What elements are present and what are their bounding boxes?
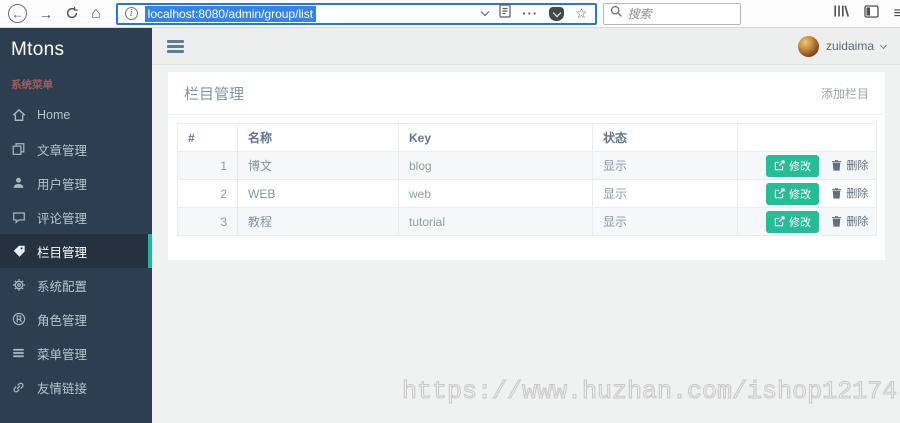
sidebar-item-label: 角色管理 — [37, 313, 88, 328]
page-title: 栏目管理 — [184, 86, 245, 103]
page-actions-icon[interactable]: ··· — [522, 6, 538, 21]
user-icon — [10, 176, 27, 190]
edit-button[interactable]: 修改 — [766, 182, 819, 205]
address-bar[interactable]: i localhost:8080/admin/group/list ··· ☆ — [115, 2, 597, 25]
urlbar-dropdown-icon[interactable] — [480, 7, 490, 17]
sidebar-item-label: 友情链接 — [37, 381, 88, 396]
row-id: 2 — [177, 179, 238, 208]
row-name: 博文 — [237, 151, 399, 180]
site-info-icon[interactable]: i — [124, 7, 138, 20]
status-badge: 显示 — [592, 179, 738, 208]
col-header-status: 状态 — [592, 123, 738, 152]
sidebar-item-articles[interactable]: 文章管理 — [0, 132, 152, 166]
username: zuidaima — [825, 39, 874, 53]
edit-icon — [774, 188, 785, 199]
tag-icon — [10, 244, 27, 258]
col-header-name: 名称 — [237, 123, 399, 152]
edit-icon — [774, 160, 785, 171]
sidebar-item-label: 评论管理 — [37, 211, 88, 226]
sidebar: Mtons 系统菜单 Home 文章管理 用户管理 评论管理 栏目管理 系统配置… — [0, 28, 152, 423]
menu-icon — [10, 347, 27, 359]
row-id: 3 — [177, 207, 238, 236]
row-key: web — [398, 179, 593, 208]
sidebar-item-groups[interactable]: 栏目管理 — [0, 234, 152, 268]
sidebar-item-label: 文章管理 — [37, 143, 88, 158]
edit-button[interactable]: 修改 — [766, 210, 819, 233]
user-menu[interactable]: zuidaima — [797, 35, 888, 57]
sidebar-item-comments[interactable]: 评论管理 — [0, 200, 152, 234]
sidebar-item-users[interactable]: 用户管理 — [0, 166, 152, 200]
sidebar-collapse-icon[interactable] — [167, 39, 184, 53]
table-row: 3 教程 tutorial 显示 修改 删除 — [177, 207, 877, 236]
sidebar-toggle-icon[interactable] — [864, 4, 879, 23]
trash-icon — [831, 215, 842, 227]
bookmark-star-icon[interactable]: ☆ — [575, 5, 588, 22]
col-header-actions — [737, 123, 877, 152]
delete-button[interactable]: 删除 — [831, 185, 868, 201]
browser-menu-icon[interactable]: ≡ — [894, 5, 900, 23]
role-icon — [10, 312, 27, 326]
row-name: 教程 — [237, 207, 399, 236]
table-row: 2 WEB web 显示 修改 删除 — [177, 179, 877, 208]
browser-home-button[interactable]: ⌂ — [91, 5, 101, 22]
sidebar-item-label: Home — [37, 108, 71, 122]
trash-icon — [831, 159, 842, 171]
avatar — [797, 35, 819, 57]
comments-icon — [10, 211, 27, 224]
brand-logo: Mtons — [11, 39, 65, 60]
articles-icon — [10, 142, 27, 156]
sidebar-item-menus[interactable]: 菜单管理 — [0, 336, 152, 370]
delete-button[interactable]: 删除 — [831, 213, 868, 229]
reader-mode-icon[interactable] — [499, 4, 511, 23]
sidebar-section-label: 系统菜单 — [11, 79, 53, 91]
browser-reload-button[interactable] — [65, 6, 79, 22]
status-badge: 显示 — [592, 207, 738, 236]
sidebar-item-label: 栏目管理 — [37, 245, 88, 260]
table-row: 1 博文 blog 显示 修改 删除 — [177, 151, 877, 180]
add-group-link[interactable]: 添加栏目 — [821, 85, 869, 102]
groups-table: # 名称 Key 状态 1 博文 blog 显示 修改 删除 2 WEB web… — [177, 123, 877, 236]
sidebar-item-label: 系统配置 — [37, 279, 88, 294]
row-name: WEB — [237, 179, 399, 208]
status-badge: 显示 — [592, 151, 738, 180]
library-icon[interactable] — [833, 4, 849, 23]
sidebar-item-label: 用户管理 — [37, 177, 88, 192]
url-text[interactable]: localhost:8080/admin/group/list — [144, 5, 317, 22]
browser-forward-button[interactable]: → — [39, 7, 53, 21]
edit-icon — [774, 216, 785, 227]
sidebar-item-label: 菜单管理 — [37, 347, 88, 362]
sidebar-item-settings[interactable]: 系统配置 — [0, 268, 152, 302]
col-header-id: # — [177, 123, 238, 152]
sidebar-item-home[interactable]: Home — [0, 98, 152, 132]
search-placeholder: 搜索 — [627, 7, 652, 21]
row-key: blog — [398, 151, 593, 180]
search-icon — [610, 5, 623, 23]
browser-back-button[interactable]: ← — [8, 4, 27, 23]
trash-icon — [831, 187, 842, 199]
browser-toolbar: ← → ⌂ i localhost:8080/admin/group/list … — [0, 0, 900, 28]
link-icon — [10, 381, 27, 394]
gear-icon — [10, 278, 27, 292]
col-header-key: Key — [398, 123, 593, 152]
row-key: tutorial — [398, 207, 593, 236]
edit-button[interactable]: 修改 — [766, 154, 819, 177]
sidebar-item-links[interactable]: 友情链接 — [0, 370, 152, 404]
group-management-card: 栏目管理 添加栏目 # 名称 Key 状态 1 博文 blog 显示 修改 删除… — [168, 72, 885, 260]
topbar: zuidaima — [152, 28, 900, 65]
row-id: 1 — [177, 151, 238, 180]
home-icon — [10, 108, 27, 122]
browser-search-input[interactable]: 搜索 — [602, 2, 741, 25]
chevron-down-icon — [879, 41, 888, 49]
pocket-icon[interactable] — [549, 6, 565, 21]
sidebar-item-roles[interactable]: 角色管理 — [0, 302, 152, 336]
delete-button[interactable]: 删除 — [831, 157, 868, 173]
table-header-row: # 名称 Key 状态 — [177, 123, 877, 152]
